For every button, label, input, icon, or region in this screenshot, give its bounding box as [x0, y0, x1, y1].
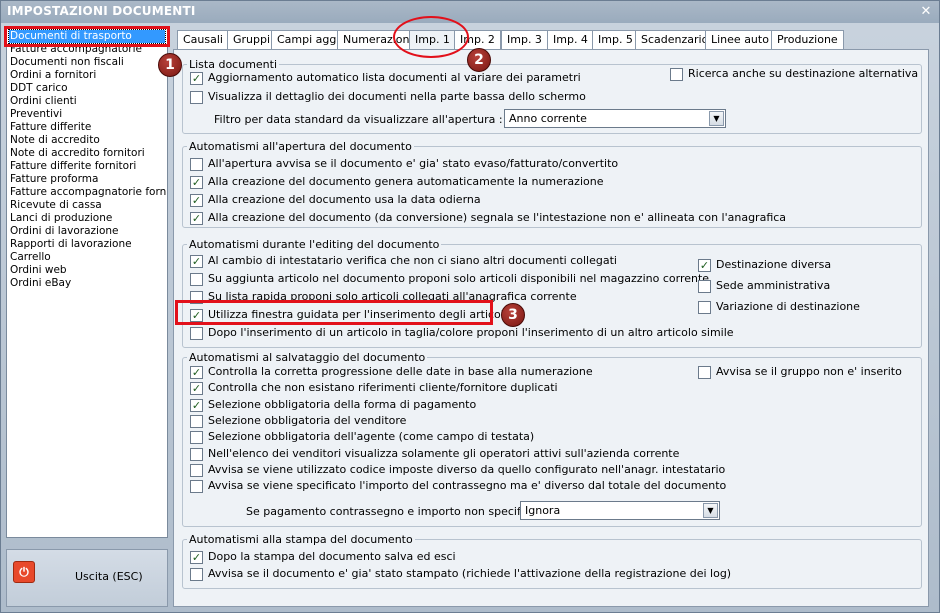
contrassegno-label: Se pagamento contrassegno e importo non … — [246, 505, 555, 518]
checkbox-box[interactable]: ✓ — [190, 382, 203, 396]
list-item[interactable]: Ordini a fornitori — [7, 69, 167, 82]
contrassegno-select[interactable]: Ignora ▼ — [520, 501, 720, 520]
chevron-down-icon[interactable]: ▼ — [709, 111, 724, 126]
checkbox-box[interactable] — [670, 68, 683, 81]
list-item[interactable]: Ordini di lavorazione — [7, 225, 167, 238]
annotation-badge-1: 1 — [158, 53, 182, 77]
checkbox-box[interactable] — [190, 414, 203, 428]
close-icon[interactable]: ✕ — [919, 5, 933, 19]
list-item[interactable]: Preventivi — [7, 108, 167, 121]
list-item[interactable]: Carrello — [7, 251, 167, 264]
list-item[interactable]: Rapporti di lavorazione — [7, 238, 167, 251]
title-bar: IMPOSTAZIONI DOCUMENTI ✕ — [1, 1, 939, 23]
checkbox-box[interactable] — [190, 568, 203, 581]
list-item[interactable]: Note di accredito fornitori — [7, 147, 167, 160]
tab-content-imp1: Lista documenti ✓ Aggiornamento automati… — [173, 49, 929, 607]
list-item[interactable]: Fatture proforma — [7, 173, 167, 186]
checkbox-box[interactable] — [698, 280, 711, 293]
checkbox-box[interactable] — [190, 158, 203, 171]
checkbox-box[interactable] — [190, 480, 203, 494]
highlight-selected-document-type — [4, 26, 170, 47]
checkbox-box[interactable]: ✓ — [190, 212, 203, 225]
checkbox-box[interactable] — [698, 366, 711, 379]
tab-imp-4[interactable]: Imp. 4 — [547, 30, 594, 49]
checkbox-box[interactable]: ✓ — [190, 366, 203, 379]
tab-linee-auto[interactable]: Linee auto — [705, 30, 775, 49]
checkbox-box[interactable] — [190, 431, 203, 445]
list-item[interactable]: Note di accredito — [7, 134, 167, 147]
window-title: IMPOSTAZIONI DOCUMENTI — [7, 4, 196, 18]
list-item[interactable]: Fatture differite fornitori — [7, 160, 167, 173]
checkbox-box[interactable] — [190, 273, 203, 286]
annotation-badge-3: 3 — [501, 303, 525, 327]
list-item[interactable]: Fatture accompagnatorie fornito — [7, 186, 167, 199]
group-legend: Automatismi durante l'editing del docume… — [189, 238, 440, 251]
chevron-down-icon[interactable]: ▼ — [703, 503, 718, 518]
filter-date-select[interactable]: Anno corrente ▼ — [504, 109, 726, 128]
annotation-badge-2: 2 — [467, 48, 491, 72]
checkbox-box[interactable]: ✓ — [190, 194, 203, 207]
tab-campi-agg[interactable]: Campi agg. — [271, 30, 346, 49]
list-item[interactable]: Ordini web — [7, 264, 167, 277]
list-item[interactable]: Fatture differite — [7, 121, 167, 134]
list-item[interactable]: Lanci di produzione — [7, 212, 167, 225]
group-legend: Lista documenti — [189, 58, 278, 71]
group-legend: Automatismi alla stampa del documento — [189, 533, 413, 546]
checkbox-box[interactable] — [190, 91, 203, 104]
exit-button-label[interactable]: Uscita (ESC) — [75, 570, 143, 583]
tab-produzione[interactable]: Produzione — [771, 30, 844, 49]
checkbox-box[interactable] — [698, 301, 711, 314]
document-type-list[interactable]: Documenti di trasporto Fatture accompagna… — [6, 28, 168, 538]
list-item[interactable]: Ordini clienti — [7, 95, 167, 108]
exit-panel: ⏻ Uscita (ESC) — [6, 549, 168, 607]
list-item[interactable]: Ricevute di cassa — [7, 199, 167, 212]
checkbox-box[interactable]: ✓ — [698, 259, 711, 272]
power-icon[interactable]: ⏻ — [13, 561, 35, 583]
checkbox-box[interactable] — [190, 447, 203, 461]
filter-date-label: Filtro per data standard da visualizzare… — [214, 113, 503, 126]
checkbox-box[interactable]: ✓ — [190, 255, 203, 268]
tab-imp-5[interactable]: Imp. 5 — [592, 30, 639, 49]
group-legend: Automatismi all'apertura del documento — [189, 140, 412, 153]
tab-scadenzario[interactable]: Scadenzario — [635, 30, 715, 49]
list-item[interactable]: DDT carico — [7, 82, 167, 95]
list-item[interactable]: Ordini eBay — [7, 277, 167, 290]
checkbox-box[interactable] — [190, 463, 203, 477]
settings-window: IMPOSTAZIONI DOCUMENTI ✕ Documenti di tr… — [0, 0, 940, 613]
tab-causali[interactable]: Causali — [177, 30, 229, 49]
highlight-finestra-guidata — [175, 300, 493, 325]
list-item[interactable]: Documenti non fiscali — [7, 56, 167, 69]
highlight-tab-imp1 — [393, 16, 469, 58]
tab-gruppi[interactable]: Gruppi — [227, 30, 277, 49]
checkbox-box[interactable] — [190, 327, 203, 340]
checkbox-box[interactable]: ✓ — [190, 176, 203, 189]
checkbox-box[interactable]: ✓ — [190, 72, 203, 85]
checkbox-box[interactable]: ✓ — [190, 398, 203, 412]
tab-imp-3[interactable]: Imp. 3 — [501, 30, 548, 49]
group-legend: Automatismi al salvataggio del documento — [189, 351, 426, 364]
checkbox-box[interactable]: ✓ — [190, 551, 203, 564]
